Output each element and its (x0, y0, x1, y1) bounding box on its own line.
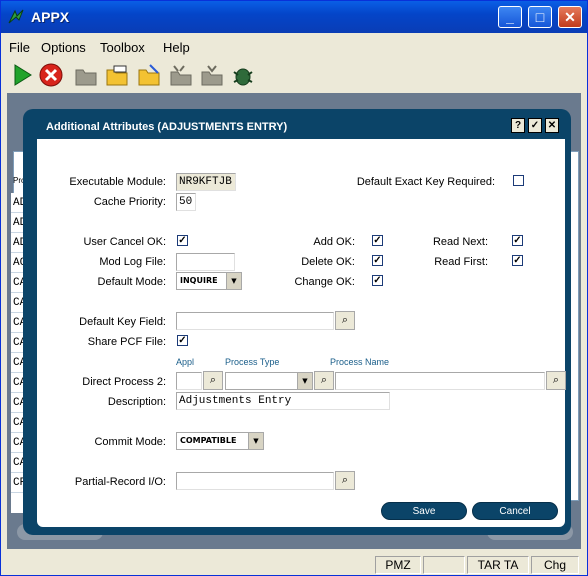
app-window: APPX _ □ ✕ File Options Toolbox Help Pro… (0, 0, 588, 576)
binoculars-icon[interactable]: ⌕ (335, 471, 355, 490)
process-name-field[interactable] (335, 372, 545, 390)
binoculars-icon[interactable]: ⌕ (203, 371, 223, 390)
folder-tools-icon[interactable] (168, 62, 194, 88)
add-ok-label: Add OK: (313, 236, 355, 248)
window-title: APPX (31, 9, 70, 25)
delete-ok-label: Delete OK: (301, 256, 355, 268)
menu-bar: File Options Toolbox Help (1, 37, 587, 57)
dialog-help-button[interactable]: ? (511, 118, 525, 133)
chevron-down-icon: ▼ (226, 273, 241, 289)
chevron-down-icon: ▼ (248, 433, 263, 449)
menu-file[interactable]: File (9, 40, 30, 55)
default-key-field[interactable] (176, 312, 334, 330)
process-type-select[interactable]: ▼ (225, 372, 313, 390)
commit-mode-value: COMPATIBLE (180, 436, 237, 445)
cancel-button[interactable]: Cancel (472, 502, 558, 520)
cache-priority-label: Cache Priority: (93, 196, 166, 208)
add-ok-checkbox[interactable]: ✓ (372, 235, 383, 246)
commit-mode-select[interactable]: COMPATIBLE ▼ (176, 432, 264, 450)
dialog-ok-button[interactable]: ✓ (528, 118, 542, 133)
chevron-down-icon: ▼ (297, 373, 312, 389)
description-field[interactable]: Adjustments Entry (176, 392, 390, 410)
binoculars-icon[interactable]: ⌕ (314, 371, 334, 390)
status-empty (423, 556, 465, 574)
mod-log-file-label: Mod Log File: (99, 256, 166, 268)
read-first-checkbox[interactable]: ✓ (512, 255, 523, 266)
default-mode-select[interactable]: INQUIRE ▼ (176, 272, 242, 290)
menu-help[interactable]: Help (163, 40, 190, 55)
bug-icon[interactable] (230, 62, 256, 88)
appl-header: Appl (176, 357, 195, 367)
folder-tv-icon[interactable] (199, 62, 225, 88)
document-icon[interactable] (136, 62, 162, 88)
read-next-checkbox[interactable]: ✓ (512, 235, 523, 246)
appx-logo-icon (8, 9, 24, 24)
status-chg: Chg (531, 556, 579, 574)
partial-record-io-label: Partial-Record I/O: (74, 476, 166, 488)
save-button[interactable]: Save (381, 502, 467, 520)
delete-ok-checkbox[interactable]: ✓ (372, 255, 383, 266)
status-bar: PMZ TAR TA Chg (7, 554, 581, 574)
maximize-button[interactable]: □ (528, 6, 552, 28)
status-tarta: TAR TA (467, 556, 529, 574)
commit-mode-label: Commit Mode: (94, 436, 166, 448)
direct-process-2-label: Direct Process 2: (82, 376, 166, 388)
close-button[interactable]: ✕ (558, 6, 582, 28)
dialog-close-button[interactable]: ✕ (545, 118, 559, 133)
share-pcf-file-label: Share PCF File: (87, 336, 166, 348)
run-icon[interactable] (9, 62, 35, 88)
dialog-title[interactable]: Additional Attributes (ADJUSTMENTS ENTRY… (36, 115, 566, 139)
folder-icon[interactable] (73, 62, 99, 88)
executable-module-field[interactable]: NR9KFTJB (176, 173, 236, 191)
process-name-header: Process Name (330, 357, 390, 367)
edit-icon[interactable] (104, 62, 130, 88)
cache-priority-field[interactable]: 50 (176, 193, 196, 211)
change-ok-label: Change OK: (294, 276, 355, 288)
binoculars-icon[interactable]: ⌕ (546, 371, 566, 390)
description-label: Description: (107, 396, 166, 408)
minimize-button[interactable]: _ (498, 6, 522, 28)
default-mode-value: INQUIRE (180, 276, 218, 285)
toolbar (7, 60, 567, 90)
default-mode-label: Default Mode: (97, 276, 166, 288)
binoculars-icon[interactable]: ⌕ (335, 311, 355, 330)
status-pmz: PMZ (375, 556, 421, 574)
user-cancel-ok-checkbox[interactable]: ✓ (177, 235, 188, 246)
mod-log-file-field[interactable] (176, 253, 235, 271)
menu-options[interactable]: Options (41, 40, 86, 55)
executable-module-label: Executable Module: (69, 176, 166, 188)
menu-toolbox[interactable]: Toolbox (100, 40, 145, 55)
default-exact-key-label: Default Exact Key Required: (356, 176, 495, 188)
default-exact-key-checkbox[interactable] (513, 175, 524, 186)
change-ok-checkbox[interactable]: ✓ (372, 275, 383, 286)
partial-record-io-field[interactable] (176, 472, 334, 490)
process-type-header: Process Type (225, 357, 280, 367)
read-next-label: Read Next: (432, 236, 488, 248)
read-first-label: Read First: (434, 256, 488, 268)
share-pcf-file-checkbox[interactable]: ✓ (177, 335, 188, 346)
stop-icon[interactable] (38, 62, 64, 88)
window-titlebar[interactable]: APPX _ □ ✕ (1, 1, 587, 33)
default-key-field-label: Default Key Field: (79, 316, 166, 328)
user-cancel-ok-label: User Cancel OK: (83, 236, 166, 248)
direct-process-appl-field[interactable] (176, 372, 202, 390)
